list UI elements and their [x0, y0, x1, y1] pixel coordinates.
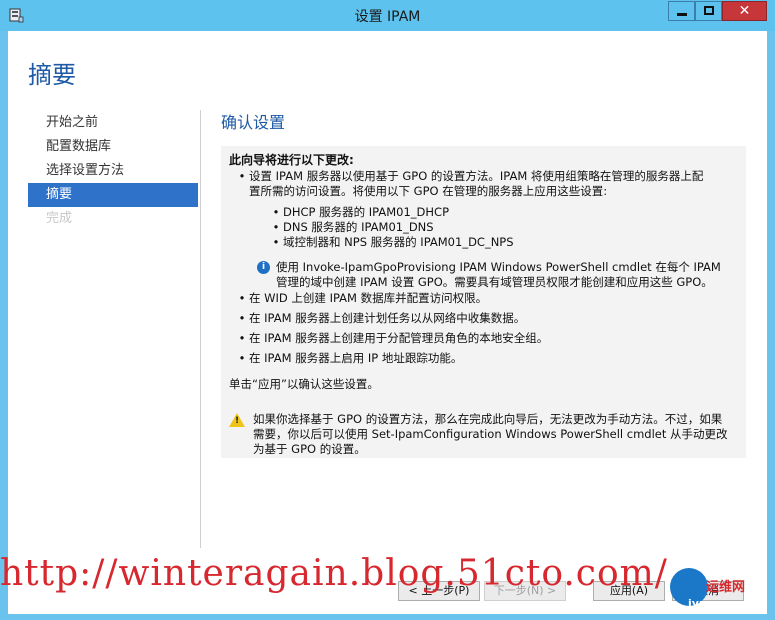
info-icon: i [257, 261, 270, 274]
list-item: 在 IPAM 服务器上创建计划任务以从网络中收集数据。 [249, 311, 526, 325]
nav-divider [200, 110, 201, 548]
gpo-item: DNS 服务器的 IPAM01_DNS [283, 220, 434, 234]
info-text: 管理的域中创建 IPAM 设置 GPO。需要具有域管理员权限才能创建和应用这些 … [276, 275, 713, 289]
close-button[interactable]: ✕ [722, 1, 767, 21]
summary-panel: 此向导将进行以下更改: • 设置 IPAM 服务器以使用基于 GPO 的设置方法。… [221, 146, 746, 458]
page-title: 摘要 [28, 61, 76, 89]
nav-item-select-provisioning[interactable]: 选择设置方法 [28, 159, 198, 183]
minimize-icon [677, 13, 687, 16]
window-title: 设置 IPAM [354, 9, 421, 25]
list-item: 在 IPAM 服务器上创建用于分配管理员角色的本地安全组。 [249, 331, 549, 345]
warning-note: ! 如果你选择基于 GPO 的设置方法，那么在完成此向导后，无法更改为手动方法。… [229, 412, 741, 457]
bullet-text: 置所需的访问设置。将使用以下 GPO 在管理的服务器上应用这些设置: [249, 184, 608, 198]
wizard-nav: 开始之前 配置数据库 选择设置方法 摘要 完成 [28, 111, 198, 231]
summary-heading: 此向导将进行以下更改: [229, 153, 354, 167]
logo-text: 运维网 [706, 580, 746, 595]
bullet-text: 设置 IPAM 服务器以使用基于 GPO 的设置方法。IPAM 将使用组策略在管… [249, 169, 704, 183]
gpo-list: • DHCP 服务器的 IPAM01_DHCP • DNS 服务器的 IPAM01_… [272, 205, 514, 249]
action-list: • 在 WID 上创建 IPAM 数据库并配置访问权限。 • 在 IPAM 服务器上… [235, 291, 740, 371]
warning-text: 如果你选择基于 GPO 的设置方法，那么在完成此向导后，无法更改为手动方法。不过… [253, 412, 723, 426]
warning-text: 为基于 GPO 的设置。 [253, 442, 366, 456]
nav-item-configure-database[interactable]: 配置数据库 [28, 135, 198, 159]
logo-subtext: iyunv.com [688, 597, 751, 610]
warning-icon: ! [229, 413, 245, 427]
title-bar: 设置 IPAM ✕ [0, 0, 775, 31]
wizard-client-area: 摘要 开始之前 配置数据库 选择设置方法 摘要 完成 确认设置 此向导将进行以下… [8, 31, 767, 614]
section-title: 确认设置 [221, 113, 286, 132]
list-item: • 设置 IPAM 服务器以使用基于 GPO 的设置方法。IPAM 将使用组策略在… [235, 169, 740, 199]
site-logo: 运维网 iyunv.com [670, 566, 770, 616]
confirm-text: 单击“应用”以确认这些设置。 [229, 377, 379, 391]
nav-item-before-you-begin[interactable]: 开始之前 [28, 111, 198, 135]
list-item: 在 WID 上创建 IPAM 数据库并配置访问权限。 [249, 291, 488, 305]
info-note: i 使用 Invoke-IpamGpoProvisiong IPAM Windo… [257, 260, 742, 290]
nav-item-completion: 完成 [46, 211, 73, 226]
watermark-url: http://winteragain.blog.51cto.com/ [0, 553, 668, 594]
nav-item-summary[interactable]: 摘要 [28, 183, 198, 207]
warning-text: 需要，你以后可以使用 Set-IpamConfiguration Windows… [253, 427, 728, 441]
info-text: 使用 Invoke-IpamGpoProvisiong IPAM Windows… [276, 260, 721, 274]
minimize-button[interactable] [668, 1, 695, 21]
list-item: 在 IPAM 服务器上启用 IP 地址跟踪功能。 [249, 351, 463, 365]
maximize-button[interactable] [695, 1, 722, 21]
gpo-item: DHCP 服务器的 IPAM01_DHCP [283, 205, 450, 219]
close-icon: ✕ [738, 3, 751, 19]
maximize-icon [704, 6, 714, 15]
gpo-item: 域控制器和 NPS 服务器的 IPAM01_DC_NPS [283, 235, 514, 249]
